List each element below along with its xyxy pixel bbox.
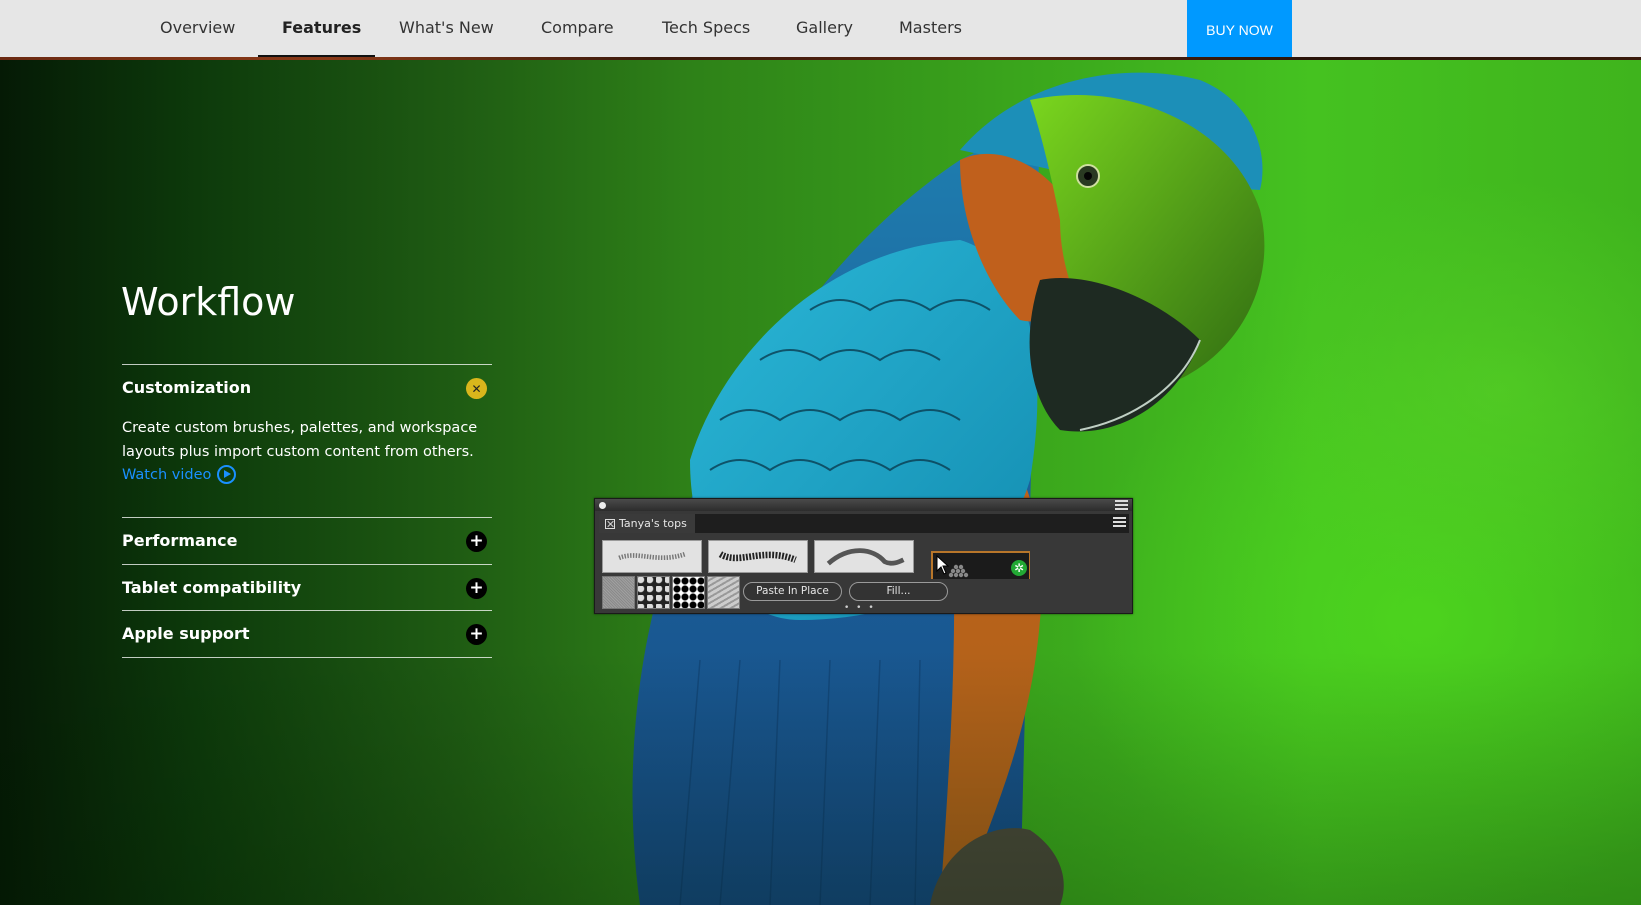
mouse-cursor-icon <box>936 555 950 575</box>
paper-texture-swatch[interactable] <box>602 576 635 609</box>
panel-title-bar[interactable] <box>595 499 1132 511</box>
more-dots-icon[interactable]: • • • <box>844 603 876 613</box>
hero-shade <box>0 60 1641 905</box>
paper-texture-swatch[interactable] <box>707 576 740 609</box>
paper-texture-swatch[interactable] <box>672 576 705 609</box>
paste-in-place-button[interactable]: Paste In Place <box>743 582 842 601</box>
plus-icon[interactable]: + <box>466 531 487 552</box>
tab-tanyas-tops[interactable]: Tanya's tops <box>599 514 695 533</box>
gear-icon[interactable]: ✲ <box>1011 560 1027 576</box>
accordion-apple-title[interactable]: Apple support <box>122 624 250 643</box>
section-title: Workflow <box>121 280 296 324</box>
accordion-divider <box>122 517 492 518</box>
nav-overview[interactable]: Overview <box>160 0 235 59</box>
top-navigation: Overview Features What's New Compare Tec… <box>0 0 1641 59</box>
accordion-divider <box>122 657 492 658</box>
accordion-divider <box>122 364 492 365</box>
close-box-icon[interactable] <box>605 518 615 529</box>
brush-swatch[interactable] <box>602 540 702 573</box>
accordion-tablet-title[interactable]: Tablet compatibility <box>122 578 301 597</box>
panel-menu-icon[interactable] <box>1115 500 1128 510</box>
plus-icon[interactable]: + <box>466 624 487 645</box>
accordion-customization-title[interactable]: Customization <box>122 378 251 397</box>
close-icon[interactable]: ✕ <box>466 378 487 399</box>
nav-compare[interactable]: Compare <box>541 0 614 59</box>
nav-bottom-strip <box>0 57 1641 60</box>
buy-now-button[interactable]: BUY NOW <box>1187 0 1292 59</box>
nav-whats-new[interactable]: What's New <box>399 0 494 59</box>
watch-video-label: Watch video <box>122 466 212 483</box>
accordion-performance-title[interactable]: Performance <box>122 531 238 550</box>
nav-gallery[interactable]: Gallery <box>796 0 853 59</box>
accordion-divider <box>122 564 492 565</box>
nav-features[interactable]: Features <box>282 0 361 59</box>
brush-swatch[interactable] <box>708 540 808 573</box>
nav-masters[interactable]: Masters <box>899 0 962 59</box>
customization-description: Create custom brushes, palettes, and wor… <box>122 420 478 460</box>
panel-tab-bar: Tanya's tops <box>599 514 1129 533</box>
tab-label: Tanya's tops <box>619 517 687 530</box>
brush-swatch[interactable] <box>814 540 914 573</box>
custom-palette-panel: Tanya's tops ✲ Paste In Place Fill... • … <box>594 498 1133 614</box>
nav-tech-specs[interactable]: Tech Specs <box>662 0 750 59</box>
hero-background <box>0 60 1641 905</box>
palette-menu-icon[interactable] <box>1113 517 1126 527</box>
panel-grip-icon[interactable] <box>599 502 606 509</box>
play-circle-icon <box>217 465 237 484</box>
fill-button[interactable]: Fill... <box>849 582 948 601</box>
paper-texture-swatch[interactable] <box>637 576 670 609</box>
accordion-divider <box>122 610 492 611</box>
plus-icon[interactable]: + <box>466 578 487 599</box>
watch-video-link[interactable]: Watch video <box>122 465 237 484</box>
